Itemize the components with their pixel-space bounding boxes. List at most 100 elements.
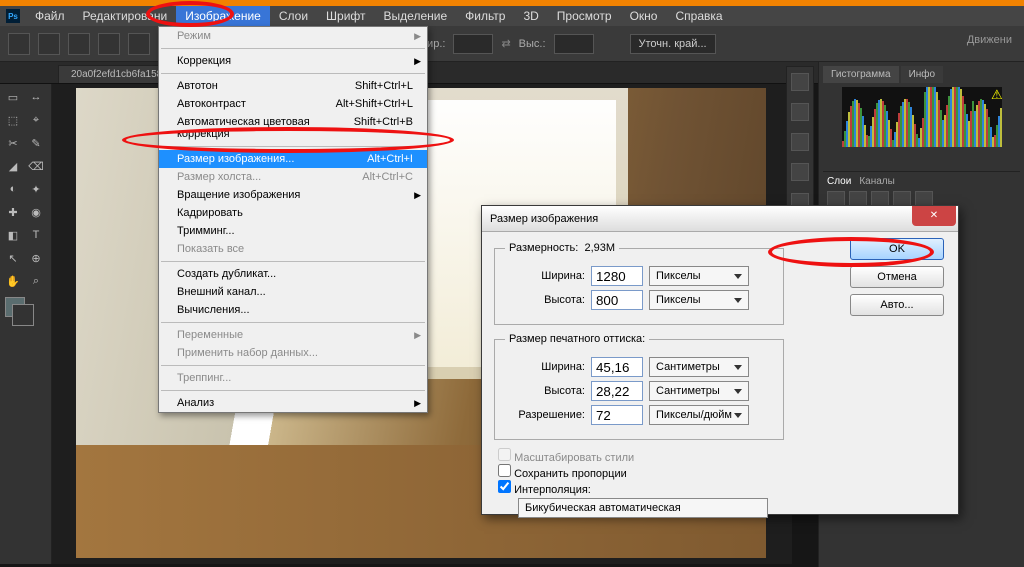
color-swatches[interactable] (5, 297, 25, 317)
tool-move[interactable]: ↔ (25, 86, 47, 108)
tab-layers[interactable]: Слои (827, 176, 851, 187)
tool-preset-icon[interactable] (8, 33, 30, 55)
dim-label: Размерность: (509, 242, 578, 254)
menu-crop[interactable]: Кадрировать (159, 204, 427, 222)
menu-3d[interactable]: 3D (514, 6, 547, 26)
interp-dropdown[interactable]: Бикубическая автоматическая (518, 498, 768, 518)
selection-new-icon[interactable] (38, 33, 60, 55)
tool-history[interactable]: ✦ (25, 178, 47, 200)
menu-file[interactable]: Файл (26, 6, 74, 26)
tool-path[interactable]: ↖ (2, 247, 24, 269)
menu-select[interactable]: Выделение (375, 6, 457, 26)
tab-info[interactable]: Инфо (901, 66, 944, 83)
print-width-unit[interactable]: Сантиметры (649, 357, 749, 377)
menu-filter[interactable]: Фильтр (456, 6, 514, 26)
print-height-input[interactable] (591, 381, 643, 401)
menu-window[interactable]: Окно (621, 6, 667, 26)
menu-image[interactable]: Изображение (176, 6, 270, 26)
tool-blur[interactable]: ◧ (2, 224, 24, 246)
print-size-legend: Размер печатного оттиска: (505, 333, 649, 345)
tool-wand[interactable]: ⌖ (25, 109, 47, 131)
tool-zoom[interactable]: ⌕ (25, 270, 47, 292)
tool-gradient[interactable]: ◉ (25, 201, 47, 223)
close-icon[interactable]: ✕ (912, 206, 956, 226)
tool-marquee[interactable]: ▭ (2, 86, 24, 108)
tool-palette: ▭ ↔ ⬚ ⌖ ✂ ✎ ◢ ⌫ ◐ ✦ ✚ ◉ ◧ T ↖ ⊕ ✋ ⌕ (0, 84, 52, 564)
menu-help[interactable]: Справка (666, 6, 731, 26)
height-field[interactable] (554, 34, 594, 54)
dim-value: 2,93M (584, 242, 615, 254)
menu-apply-data[interactable]: Применить набор данных... (159, 344, 427, 362)
menu-autocolor[interactable]: Автоматическая цветовая коррекцияShift+C… (159, 113, 427, 143)
menu-corrections[interactable]: Коррекция▶ (159, 52, 427, 70)
resolution-input[interactable] (591, 405, 643, 425)
resolution-label: Разрешение: (505, 409, 585, 421)
height-label: Выс.: (519, 38, 546, 50)
tool-eraser[interactable]: ✚ (2, 201, 24, 223)
menu-analysis[interactable]: Анализ▶ (159, 394, 427, 412)
tool-stamp[interactable]: ◐ (2, 178, 24, 200)
panel-icon[interactable] (791, 163, 809, 181)
app-icon: Ps (6, 9, 20, 23)
menu-trap[interactable]: Треппинг... (159, 369, 427, 387)
menu-rotate[interactable]: Вращение изображения▶ (159, 186, 427, 204)
tab-histogram[interactable]: Гистограмма (823, 66, 899, 83)
ok-button[interactable]: OK (850, 238, 944, 260)
tab-channels[interactable]: Каналы (859, 176, 895, 187)
menu-reveal[interactable]: Показать все (159, 240, 427, 258)
menu-bar: Ps Файл Редактировани Изображение Слои Ш… (0, 6, 1024, 26)
tool-shape[interactable]: ⊕ (25, 247, 47, 269)
menu-calculations[interactable]: Вычисления... (159, 301, 427, 319)
swap-icon[interactable]: ⇄ (501, 37, 510, 50)
menu-image-size[interactable]: Размер изображения...Alt+Ctrl+I (159, 150, 427, 168)
refine-edge-button[interactable]: Уточн. край... (630, 34, 716, 54)
tool-heal[interactable]: ◢ (2, 155, 24, 177)
menu-duplicate[interactable]: Создать дубликат... (159, 265, 427, 283)
pixel-width-input[interactable] (591, 266, 643, 286)
tool-brush[interactable]: ⌫ (25, 155, 47, 177)
menu-type[interactable]: Шрифт (317, 6, 374, 26)
selection-add-icon[interactable] (68, 33, 90, 55)
warning-icon: ⚠ (991, 87, 1003, 102)
menu-autotone[interactable]: АвтотонShift+Ctrl+L (159, 77, 427, 95)
menu-canvas-size[interactable]: Размер холста...Alt+Ctrl+C (159, 168, 427, 186)
scale-styles-check: Масштабировать стили (498, 452, 634, 464)
menu-edit[interactable]: Редактировани (74, 6, 177, 26)
motion-label: Движени (967, 34, 1012, 46)
menu-variables[interactable]: Переменные▶ (159, 326, 427, 344)
tool-type[interactable]: T (25, 224, 47, 246)
width-field[interactable] (453, 34, 493, 54)
pixel-width-label: Ширина: (505, 270, 585, 282)
tool-crop[interactable]: ✂ (2, 132, 24, 154)
panel-icon[interactable] (791, 133, 809, 151)
options-bar: Вид: — Шир.: ⇄ Выс.: Уточн. край... (0, 26, 1024, 62)
pixel-width-unit[interactable]: Пикселы (649, 266, 749, 286)
menu-apply-image[interactable]: Внешний канал... (159, 283, 427, 301)
panel-icon[interactable] (791, 73, 809, 91)
tool-hand[interactable]: ✋ (2, 270, 24, 292)
menu-mode[interactable]: Режим▶ (159, 27, 427, 45)
selection-int-icon[interactable] (128, 33, 150, 55)
pixel-height-unit[interactable]: Пикселы (649, 290, 749, 310)
menu-autocontrast[interactable]: АвтоконтрастAlt+Shift+Ctrl+L (159, 95, 427, 113)
print-width-label: Ширина: (505, 361, 585, 373)
tool-eyedropper[interactable]: ✎ (25, 132, 47, 154)
tool-lasso[interactable]: ⬚ (2, 109, 24, 131)
menu-layers[interactable]: Слои (270, 6, 317, 26)
interp-check[interactable]: Интерполяция: (498, 484, 591, 496)
panel-icon[interactable] (791, 103, 809, 121)
menu-trim[interactable]: Тримминг... (159, 222, 427, 240)
image-menu-dropdown: Режим▶ Коррекция▶ АвтотонShift+Ctrl+L Ав… (158, 26, 428, 413)
image-size-dialog: Размер изображения ✕ OK Отмена Авто... Р… (481, 205, 959, 515)
print-height-label: Высота: (505, 385, 585, 397)
histogram (842, 87, 1002, 147)
selection-sub-icon[interactable] (98, 33, 120, 55)
pixel-height-input[interactable] (591, 290, 643, 310)
print-height-unit[interactable]: Сантиметры (649, 381, 749, 401)
cancel-button[interactable]: Отмена (850, 266, 944, 288)
resolution-unit[interactable]: Пикселы/дюйм (649, 405, 749, 425)
print-width-input[interactable] (591, 357, 643, 377)
auto-button[interactable]: Авто... (850, 294, 944, 316)
constrain-check[interactable]: Сохранить пропорции (498, 468, 627, 480)
menu-view[interactable]: Просмотр (548, 6, 621, 26)
